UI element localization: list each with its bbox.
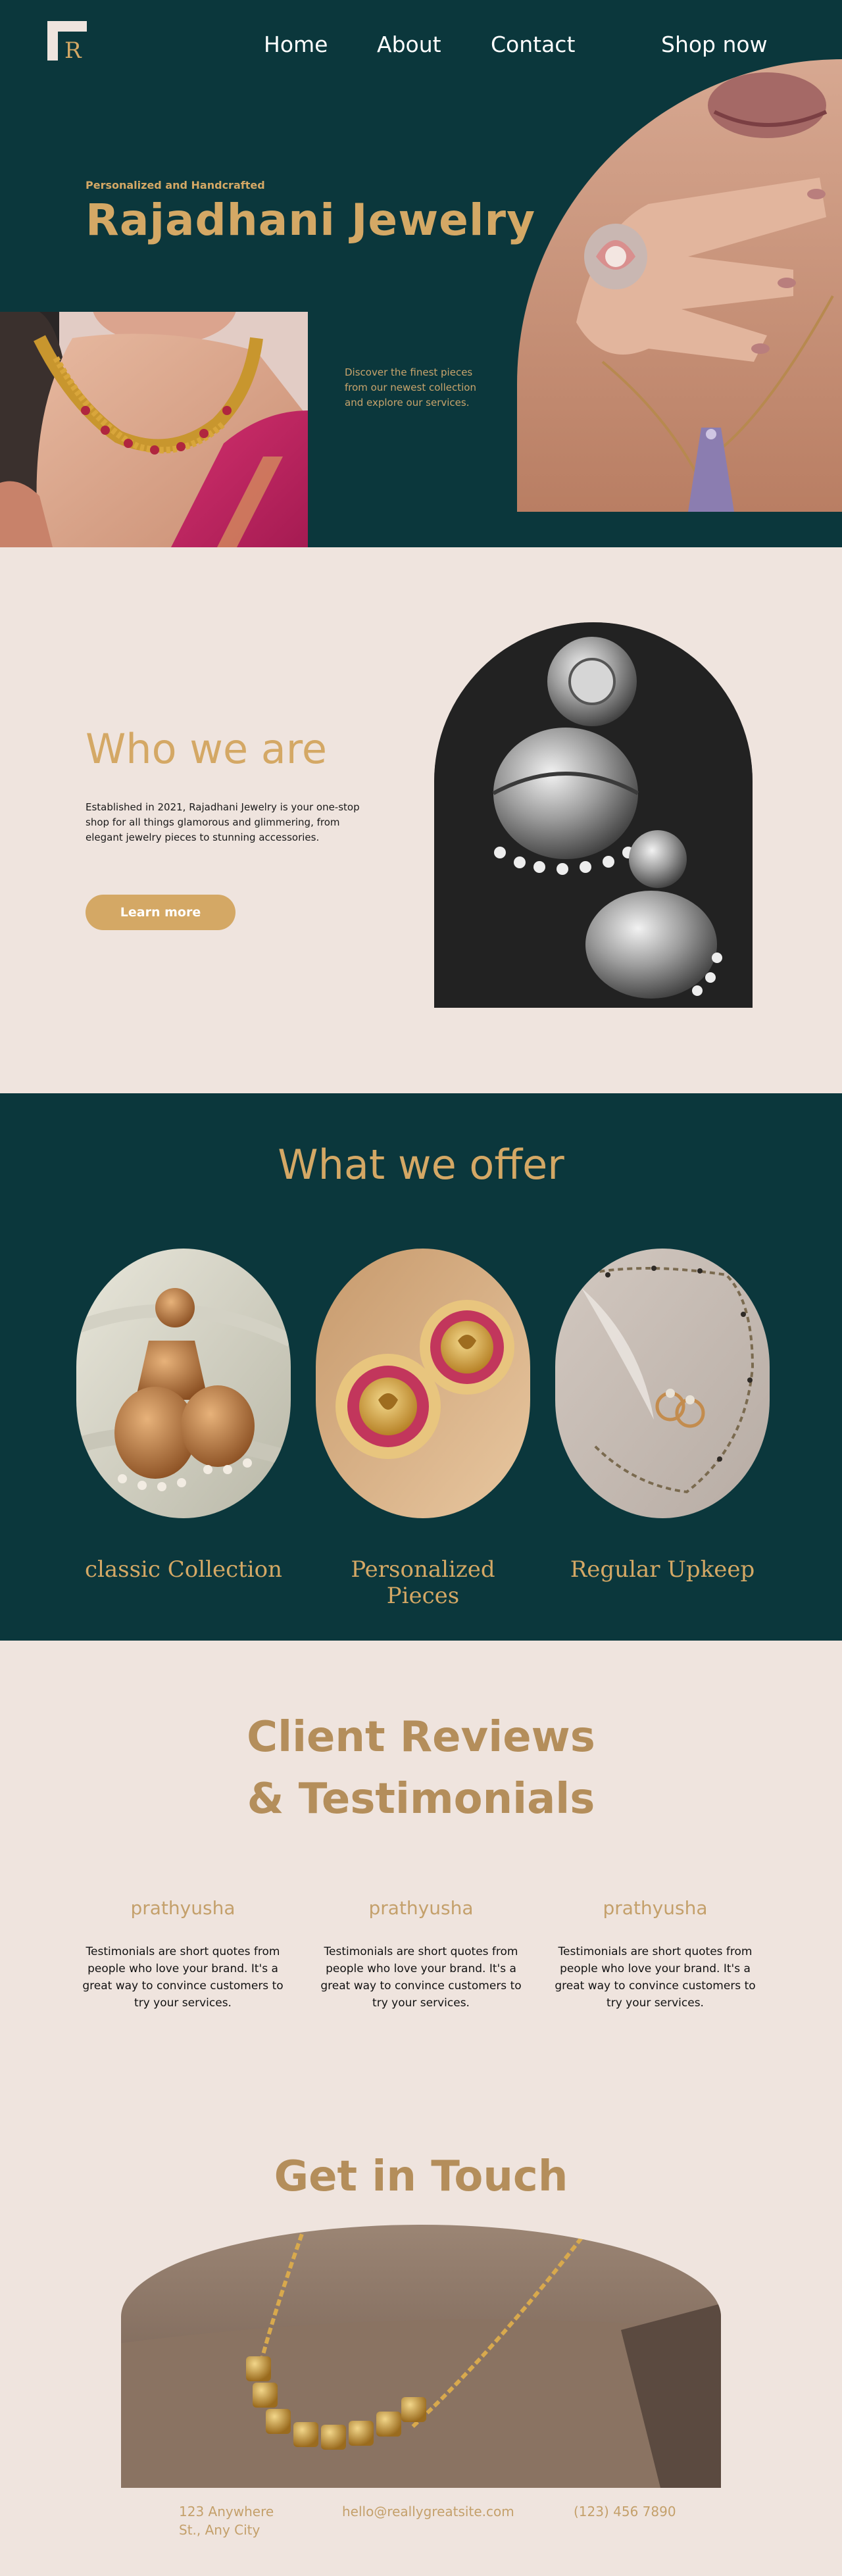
nav-about-link[interactable]: About xyxy=(377,32,441,57)
contact-phone[interactable]: (123) 456 7890 xyxy=(574,2502,676,2521)
regular-upkeep-photo[interactable] xyxy=(555,1249,770,1518)
classic-collection-photo[interactable] xyxy=(76,1249,291,1518)
review-quote: Testimonials are short quotes from peopl… xyxy=(320,1945,522,2010)
offer-title: What we offer xyxy=(278,1141,564,1189)
logo-letter: R xyxy=(64,37,82,61)
hero-kicker: Personalized and Handcrafted xyxy=(86,179,265,191)
about-section: Who we are Established in 2021, Rajadhan… xyxy=(0,547,842,1093)
hero-title: Rajadhani Jewelry xyxy=(86,195,536,245)
offer-label-personalized: Personalized Pieces xyxy=(351,1556,495,1609)
review-quote: Testimonials are short quotes from peopl… xyxy=(555,1945,756,2010)
about-text: Established in 2021, Rajadhani Jewelry i… xyxy=(86,801,360,843)
hero-description: Discover the finest pieces from our newe… xyxy=(345,366,476,409)
offer-section: What we offer classic Collection Persona… xyxy=(0,1093,842,1641)
reviews-title-line2: & Testimonials xyxy=(247,1775,595,1823)
hero-ring-photo xyxy=(517,59,842,512)
nav-home-link[interactable]: Home xyxy=(264,32,328,57)
hero-section: R Home About Contact Shop now Personaliz… xyxy=(0,0,842,547)
contact-section: Get in Touch 123 Anywhere St., Any City … xyxy=(0,2116,842,2576)
offer-label-classic: classic Collection xyxy=(84,1556,283,1583)
hero-necklace-photo xyxy=(0,312,308,547)
reviews-title-line1: Client Reviews xyxy=(247,1713,595,1762)
shop-now-link[interactable]: Shop now xyxy=(661,32,768,57)
about-title: Who we are xyxy=(86,725,328,773)
reviews-title: Client Reviews & Testimonials xyxy=(0,1706,842,1830)
brand-logo[interactable]: R xyxy=(47,21,87,64)
nav-contact-link[interactable]: Contact xyxy=(491,32,575,57)
review-author: prathyusha xyxy=(368,1897,474,1919)
review-author: prathyusha xyxy=(603,1897,708,1919)
contact-necklace-photo xyxy=(121,2225,721,2488)
review-quote: Testimonials are short quotes from peopl… xyxy=(82,1945,284,2010)
offer-label-upkeep: Regular Upkeep xyxy=(570,1556,755,1583)
reviews-section: Client Reviews & Testimonials prathyusha… xyxy=(0,1641,842,2116)
review-author: prathyusha xyxy=(130,1897,235,1919)
contact-address: 123 Anywhere St., Any City xyxy=(179,2504,274,2538)
learn-more-button[interactable]: Learn more xyxy=(86,895,235,930)
contact-email-link[interactable]: hello@reallygreatsite.com xyxy=(342,2502,514,2521)
personalized-pieces-photo[interactable] xyxy=(316,1249,530,1518)
contact-title: Get in Touch xyxy=(274,2152,568,2201)
about-earrings-photo xyxy=(434,622,753,1008)
